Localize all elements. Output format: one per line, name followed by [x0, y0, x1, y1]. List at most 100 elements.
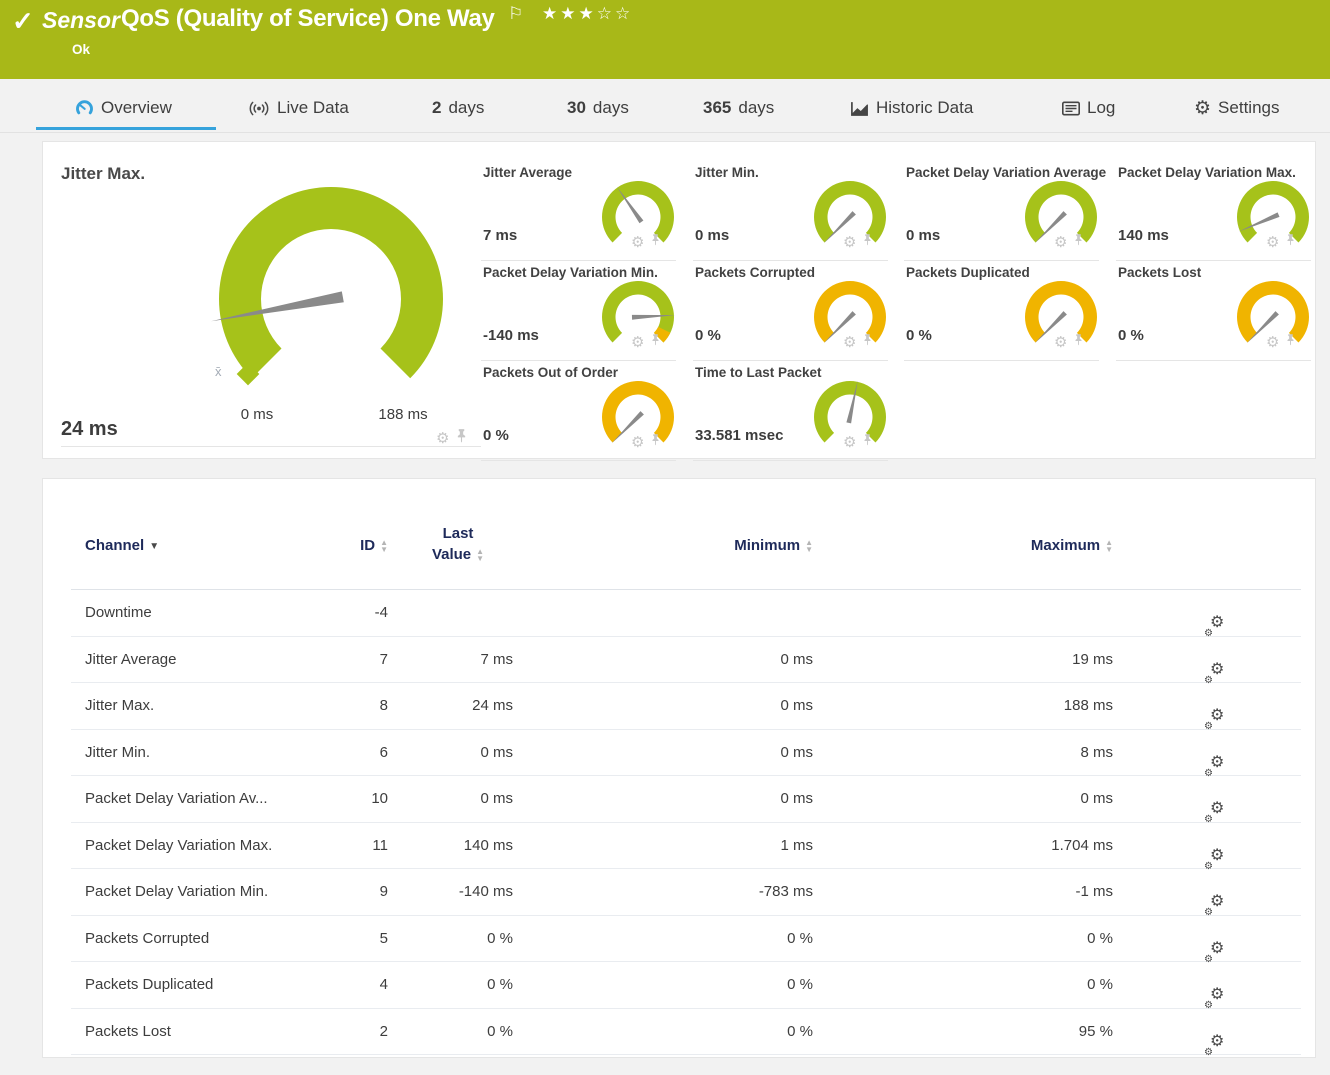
channel-last-value: 0 ms: [403, 776, 513, 822]
channel-minimum: 0 ms: [603, 637, 813, 683]
pin-icon[interactable]: [863, 233, 872, 251]
gear-icon[interactable]: ⚙: [1054, 335, 1067, 350]
channel-minimum: 0 %: [603, 1009, 813, 1055]
gear-icon[interactable]: ⚙: [631, 235, 644, 250]
gauge-card: Packet Delay Variation Max.140 ms⚙: [1116, 161, 1327, 261]
channel-row: Packets Lost20 %0 %95 %⚙⚙: [71, 1009, 1301, 1056]
gauge-title: Jitter Min.: [695, 165, 759, 180]
channel-minimum: 1 ms: [603, 823, 813, 869]
channel-settings-button[interactable]: ⚙⚙: [1198, 869, 1228, 915]
column-header-minimum[interactable]: Minimum▲▼: [603, 537, 813, 554]
tab-historic-data[interactable]: Historic Data: [850, 91, 973, 125]
tab-label: days: [593, 98, 629, 118]
channel-id: 6: [323, 730, 388, 776]
channel-row: Jitter Average77 ms0 ms19 ms⚙⚙: [71, 637, 1301, 684]
channel-settings-button[interactable]: ⚙⚙: [1198, 590, 1228, 636]
channel-settings-icon: ⚙⚙: [1204, 970, 1228, 996]
gauge-value: 0 ms: [695, 227, 729, 244]
channel-maximum: 95 %: [903, 1009, 1113, 1055]
channel-settings-button[interactable]: ⚙⚙: [1198, 637, 1228, 683]
pin-icon[interactable]: [1286, 233, 1295, 251]
channel-last-value: 0 %: [403, 1009, 513, 1055]
pin-icon[interactable]: [456, 428, 467, 448]
gauge-value: 0 ms: [906, 227, 940, 244]
pin-icon[interactable]: [651, 333, 660, 351]
channel-settings-button[interactable]: ⚙⚙: [1198, 776, 1228, 822]
tab-log[interactable]: Log: [1062, 91, 1115, 125]
tab-days-30[interactable]: 30 days: [567, 91, 629, 125]
channel-settings-icon: ⚙⚙: [1204, 924, 1228, 950]
sort-icon: ▲▼: [1105, 539, 1113, 553]
pin-icon[interactable]: [863, 433, 872, 451]
tab-settings[interactable]: ⚙Settings: [1194, 91, 1279, 125]
channel-settings-button[interactable]: ⚙⚙: [1198, 683, 1228, 729]
card-actions: ⚙: [436, 428, 467, 448]
gear-icon[interactable]: ⚙: [631, 335, 644, 350]
tab-live-data[interactable]: Live Data: [248, 91, 349, 125]
sort-icon: ▲▼: [380, 539, 388, 553]
gauge-scale-max: 188 ms: [358, 406, 448, 423]
table-header: Channel▼ ID▲▼ LastValue▲▼ Minimum▲▼ Maxi…: [71, 479, 1301, 590]
channel-row: Jitter Min.60 ms0 ms8 ms⚙⚙: [71, 730, 1301, 777]
channel-name: Jitter Average: [85, 637, 176, 683]
gauge-title: Packets Corrupted: [695, 265, 815, 280]
gear-icon[interactable]: ⚙: [1054, 235, 1067, 250]
channel-id: 4: [323, 962, 388, 1008]
gauge-icon: [75, 99, 94, 118]
tab-days-2[interactable]: 2days: [432, 91, 484, 125]
gear-icon[interactable]: ⚙: [1266, 235, 1279, 250]
pin-icon[interactable]: [1074, 333, 1083, 351]
card-actions: ⚙: [1054, 333, 1083, 351]
priority-stars[interactable]: ★★★☆☆: [542, 4, 633, 24]
primary-gauge-value: 24 ms: [61, 418, 118, 441]
active-tab-underline: [36, 127, 216, 130]
column-header-id[interactable]: ID▲▼: [323, 537, 388, 554]
channel-name: Packets Duplicated: [85, 962, 213, 1008]
channel-settings-button[interactable]: ⚙⚙: [1198, 962, 1228, 1008]
channel-minimum: 0 ms: [603, 730, 813, 776]
channel-settings-button[interactable]: ⚙⚙: [1198, 916, 1228, 962]
tab-days-365[interactable]: 365days: [703, 91, 774, 125]
gauge-value: -140 ms: [483, 327, 539, 344]
pin-icon[interactable]: [1286, 333, 1295, 351]
channel-settings-button[interactable]: ⚙⚙: [1198, 730, 1228, 776]
gauge-value: 0 %: [695, 327, 721, 344]
gauge-card: Packets Lost0 %⚙: [1116, 261, 1327, 361]
channel-id: 7: [323, 637, 388, 683]
channel-settings-button[interactable]: ⚙⚙: [1198, 823, 1228, 869]
tab-overview[interactable]: Overview: [75, 91, 172, 125]
channel-maximum: -1 ms: [903, 869, 1113, 915]
tab-number: 30: [567, 98, 586, 118]
gear-icon[interactable]: ⚙: [1266, 335, 1279, 350]
pin-icon[interactable]: [1074, 233, 1083, 251]
pin-icon[interactable]: [651, 433, 660, 451]
pin-icon[interactable]: [651, 233, 660, 251]
gear-icon[interactable]: ⚙: [631, 435, 644, 450]
channel-name: Packet Delay Variation Min.: [85, 869, 268, 915]
gear-icon[interactable]: ⚙: [843, 435, 856, 450]
channel-last-value: 24 ms: [403, 683, 513, 729]
column-header-maximum[interactable]: Maximum▲▼: [903, 537, 1113, 554]
channel-id: 11: [323, 823, 388, 869]
channel-maximum: 188 ms: [903, 683, 1113, 729]
column-header-channel[interactable]: Channel▼: [85, 537, 159, 554]
channel-name: Packets Corrupted: [85, 916, 209, 962]
channel-maximum: 8 ms: [903, 730, 1113, 776]
gear-icon: ⚙: [1194, 99, 1211, 118]
gauge-value: 33.581 msec: [695, 427, 783, 444]
channel-name: Jitter Max.: [85, 683, 154, 729]
channel-last-value: 7 ms: [403, 637, 513, 683]
sensor-title: QoS (Quality of Service) One Way: [121, 5, 495, 33]
gear-icon[interactable]: ⚙: [843, 235, 856, 250]
channel-minimum: 0 %: [603, 916, 813, 962]
channel-last-value: 0 %: [403, 916, 513, 962]
sensor-kind-label: Sensor: [42, 7, 120, 34]
mean-marker: x̄: [215, 364, 222, 379]
gear-icon[interactable]: ⚙: [436, 431, 449, 446]
gear-icon[interactable]: ⚙: [843, 335, 856, 350]
pin-icon[interactable]: [863, 333, 872, 351]
column-header-last-value[interactable]: LastValue▲▼: [403, 523, 513, 565]
channel-id: 8: [323, 683, 388, 729]
flag-icon: ⚐: [508, 4, 523, 24]
channel-settings-button[interactable]: ⚙⚙: [1198, 1009, 1228, 1055]
